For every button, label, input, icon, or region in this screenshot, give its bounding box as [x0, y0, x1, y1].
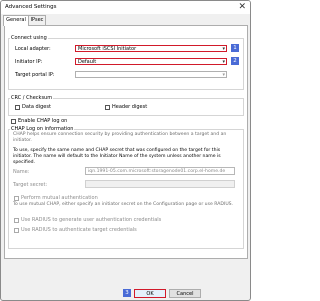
name-label: Name: [13, 169, 30, 175]
radius-target-label: Use RADIUS to authenticate target creden… [21, 227, 137, 233]
tab-ipsec[interactable]: IPsec [28, 15, 46, 25]
connect-using-title: Connect using [10, 35, 48, 41]
enable-chap-label: Enable CHAP log on [18, 118, 68, 124]
chevron-down-icon: ▾ [222, 72, 225, 78]
radius-target-checkbox[interactable] [14, 228, 19, 233]
header-digest-checkbox[interactable] [105, 105, 110, 110]
header-digest-label: Header digest [112, 104, 148, 110]
data-digest-label: Data digest [22, 104, 51, 110]
data-digest-checkbox[interactable] [15, 105, 20, 110]
initiator-ip-value: Default [78, 59, 97, 65]
crc-title: CRC / Checksum [10, 95, 54, 101]
callout-badge-3: 3 [123, 289, 131, 297]
local-adapter-value: Microsoft iSCSI Initiator [78, 46, 137, 52]
mutual-chap-description: To use mutual CHAP, either specify an in… [13, 202, 234, 207]
general-panel: Connect using Local adapter: Microsoft i… [4, 25, 248, 259]
mutual-auth-checkbox[interactable] [14, 196, 19, 201]
target-secret-input[interactable] [85, 180, 235, 188]
advanced-settings-dialog: Advanced Settings ✕ General IPsec Connec… [0, 0, 251, 301]
cancel-button[interactable]: Cancel [169, 289, 201, 298]
radius-user-label: Use RADIUS to generate user authenticati… [21, 217, 162, 223]
callout-badge-2: 2 [231, 57, 239, 65]
mutual-auth-label: Perform mutual authentication [21, 195, 98, 201]
target-portal-ip-select[interactable]: ▾ [75, 71, 227, 78]
title-bar: Advanced Settings ✕ [1, 1, 250, 14]
chevron-down-icon: ▾ [222, 59, 225, 65]
name-input[interactable]: iqn.1991-05.com.microsoft:storagenode01.… [85, 167, 235, 175]
initiator-ip-select[interactable]: Default ▾ [75, 58, 227, 65]
ok-button[interactable]: OK [134, 289, 166, 298]
target-portal-ip-label: Target portal IP: [15, 72, 55, 78]
enable-chap-checkbox[interactable] [11, 119, 16, 124]
initiator-ip-label: Initiator IP: [15, 59, 43, 65]
target-secret-label: Target secret: [13, 182, 48, 188]
local-adapter-select[interactable]: Microsoft iSCSI Initiator ▾ [75, 45, 227, 52]
local-adapter-label: Local adapter: [15, 46, 51, 52]
radius-user-checkbox[interactable] [14, 218, 19, 223]
window-title: Advanced Settings [5, 4, 57, 10]
chevron-down-icon: ▾ [222, 46, 225, 52]
tab-general[interactable]: General [3, 15, 29, 26]
chap-usage-instructions: To use, specify the same name and CHAP s… [13, 148, 221, 165]
close-icon[interactable]: ✕ [238, 2, 246, 12]
chap-description: CHAP helps ensure connection security by… [13, 132, 227, 143]
callout-badge-1: 1 [231, 44, 239, 52]
